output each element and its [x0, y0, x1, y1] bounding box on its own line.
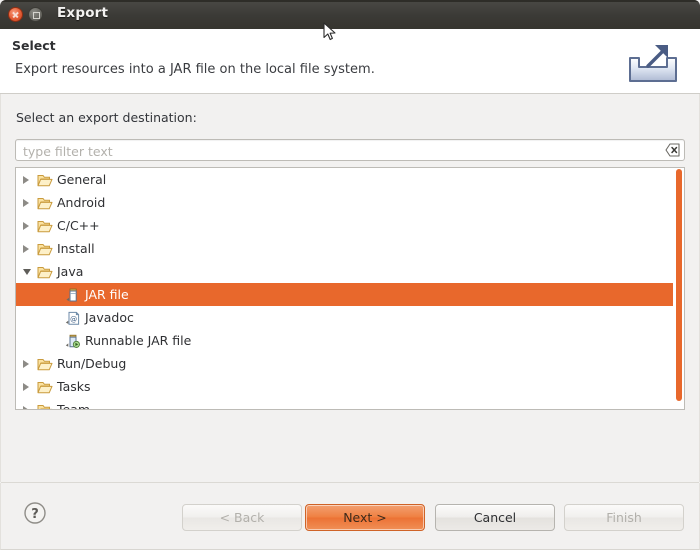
- export-wizard-dialog: Export Select Export resources into a JA…: [0, 0, 700, 550]
- folder-icon: [37, 241, 53, 256]
- tree-item-team[interactable]: Team: [16, 398, 673, 409]
- tree-item-tasks[interactable]: Tasks: [16, 375, 673, 398]
- close-icon[interactable]: [8, 7, 23, 22]
- window-titlebar: Export: [0, 0, 700, 29]
- tree-item-label: JAR file: [85, 287, 129, 302]
- tree-item-java[interactable]: Java: [16, 260, 673, 283]
- folder-icon: [37, 356, 53, 371]
- chevron-right-icon[interactable]: [23, 245, 29, 253]
- svg-text:?: ?: [31, 507, 39, 522]
- tree-item-label: Runnable JAR file: [85, 333, 192, 348]
- export-destination-tree[interactable]: General Android C/C++ Install Java JAR file @ J…: [15, 167, 685, 410]
- runnable-jar-icon: [65, 333, 81, 348]
- titlebar-top-strip: [0, 0, 700, 2]
- search-input[interactable]: [21, 140, 655, 162]
- filter-field[interactable]: [15, 139, 685, 162]
- wizard-footer: ? < Back Next > Cancel Finish: [0, 483, 700, 550]
- javadoc-icon: @: [65, 310, 81, 325]
- tree-item-label: Android: [57, 195, 106, 210]
- next-button[interactable]: Next >: [305, 504, 425, 531]
- tree-item-android[interactable]: Android: [16, 191, 673, 214]
- maximize-icon[interactable]: [28, 7, 43, 22]
- tree-item-label: C/C++: [57, 218, 100, 233]
- page-title: Select: [12, 38, 56, 53]
- folder-icon: [37, 172, 53, 187]
- wizard-body: Select an export destination: General And…: [0, 94, 700, 482]
- tree-item-label: Javadoc: [85, 310, 134, 325]
- window-title: Export: [57, 5, 109, 21]
- folder-icon: [37, 379, 53, 394]
- tree-item-label: General: [57, 172, 107, 187]
- wizard-header: Select Export resources into a JAR file …: [0, 29, 700, 94]
- folder-icon: [37, 264, 53, 279]
- chevron-right-icon[interactable]: [23, 383, 29, 391]
- chevron-down-icon[interactable]: [23, 269, 31, 275]
- back-button[interactable]: < Back: [182, 504, 302, 531]
- tree-item-install[interactable]: Install: [16, 237, 673, 260]
- tree-item-jar-file[interactable]: JAR file: [16, 283, 673, 306]
- tree-item-label: Install: [57, 241, 95, 256]
- cancel-button[interactable]: Cancel: [435, 504, 555, 531]
- help-icon[interactable]: ?: [23, 501, 47, 525]
- chevron-right-icon[interactable]: [23, 176, 29, 184]
- tree-item-c-c[interactable]: C/C++: [16, 214, 673, 237]
- tree-rows-container: General Android C/C++ Install Java JAR file @ J…: [16, 168, 673, 409]
- folder-icon: [37, 402, 53, 409]
- svg-text:@: @: [70, 315, 77, 323]
- chevron-right-icon[interactable]: [23, 360, 29, 368]
- tree-item-label: Run/Debug: [57, 356, 127, 371]
- clear-filter-icon[interactable]: [665, 143, 680, 157]
- tree-item-javadoc[interactable]: @ Javadoc: [16, 306, 673, 329]
- folder-icon: [37, 218, 53, 233]
- tree-item-label: Team: [57, 398, 90, 409]
- page-description: Export resources into a JAR file on the …: [15, 62, 375, 77]
- export-banner-icon: [629, 45, 677, 82]
- folder-icon: [37, 195, 53, 210]
- chevron-right-icon[interactable]: [23, 199, 29, 207]
- destination-label: Select an export destination:: [16, 110, 197, 125]
- tree-item-general[interactable]: General: [16, 168, 673, 191]
- finish-button[interactable]: Finish: [564, 504, 684, 531]
- tree-scrollbar[interactable]: [673, 168, 684, 409]
- chevron-right-icon[interactable]: [23, 222, 29, 230]
- tree-scrollbar-thumb[interactable]: [676, 169, 682, 401]
- jar-file-icon: [65, 287, 81, 302]
- tree-item-label: Java: [57, 264, 84, 279]
- tree-item-run-debug[interactable]: Run/Debug: [16, 352, 673, 375]
- tree-item-runnable-jar-file[interactable]: Runnable JAR file: [16, 329, 673, 352]
- chevron-right-icon[interactable]: [23, 406, 29, 409]
- tree-item-label: Tasks: [57, 379, 91, 394]
